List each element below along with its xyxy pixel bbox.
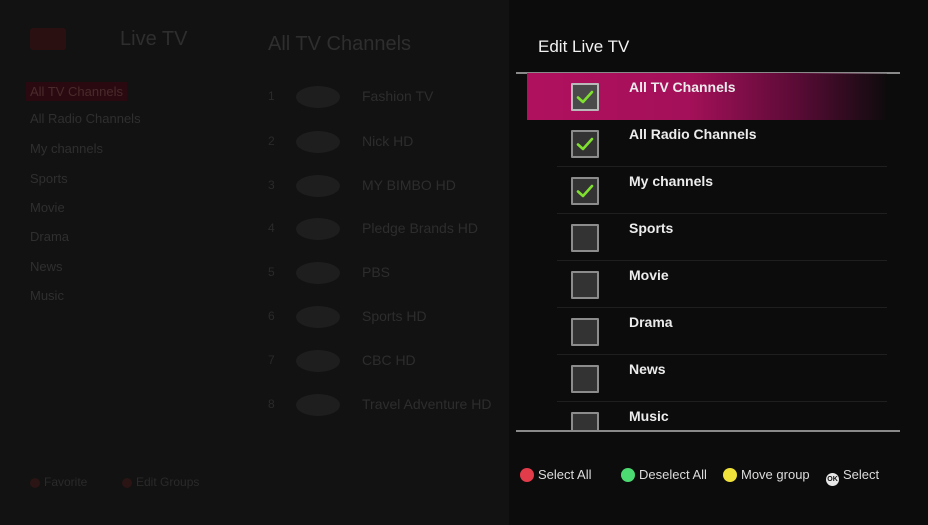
- channel-name: CBC HD: [362, 352, 416, 368]
- bg-channel-row: 1 Fashion TV: [268, 82, 508, 112]
- ok-button-icon: OK: [826, 473, 839, 486]
- bg-channel-row: 5 PBS: [268, 258, 508, 288]
- hint-label: Select All: [538, 467, 592, 482]
- bg-hint-edit-groups: Edit Groups: [122, 475, 199, 489]
- channel-name: Sports HD: [362, 308, 427, 324]
- channel-number: 5: [268, 265, 275, 279]
- bg-channel-row: 6 Sports HD: [268, 302, 508, 332]
- app-logo: [30, 28, 66, 50]
- channel-number: 8: [268, 397, 275, 411]
- hint-deselect-all[interactable]: Deselect All: [621, 467, 707, 482]
- check-icon: [576, 90, 594, 104]
- group-label: All Radio Channels: [629, 126, 757, 142]
- bg-channel-row: 8 Travel Adventure HD: [268, 390, 508, 420]
- channel-name: PBS: [362, 264, 391, 280]
- panel-title: Edit Live TV: [538, 37, 630, 56]
- group-item-sports[interactable]: Sports: [527, 214, 887, 261]
- group-item-all-tv-channels[interactable]: All TV Channels: [527, 73, 887, 120]
- dot-icon: [122, 477, 132, 488]
- channel-number: 2: [268, 134, 275, 148]
- bg-group-item: Drama: [30, 229, 70, 244]
- section-title: All TV Channels: [268, 33, 412, 55]
- group-item-drama[interactable]: Drama: [527, 308, 887, 355]
- bg-hint-label: Edit Groups: [136, 475, 200, 489]
- channel-name: Travel Adventure HD: [362, 396, 492, 412]
- bg-group-item: Music: [30, 288, 64, 303]
- yellow-button-icon: [723, 468, 737, 482]
- group-label: Sports: [629, 220, 674, 236]
- group-item-news[interactable]: News: [527, 355, 887, 402]
- red-button-icon: [520, 468, 534, 482]
- group-item-all-radio-channels[interactable]: All Radio Channels: [527, 120, 887, 167]
- channel-logo-icon: [296, 86, 340, 108]
- group-label: All TV Channels: [629, 79, 736, 95]
- check-icon: [576, 137, 594, 151]
- hint-label: Select: [843, 467, 880, 482]
- channel-logo-icon: [296, 306, 340, 328]
- channel-name: Fashion TV: [362, 88, 434, 104]
- hint-label: Move group: [741, 467, 810, 482]
- bg-group-item: Sports: [30, 171, 68, 186]
- bg-group-item: All Radio Channels: [30, 111, 141, 126]
- group-list[interactable]: All TV Channels All Radio Channels My ch…: [527, 73, 887, 430]
- channel-number: 1: [268, 89, 275, 103]
- check-icon: [576, 184, 594, 198]
- bg-hint-favorite: Favorite: [30, 475, 87, 489]
- checkbox[interactable]: [571, 318, 599, 346]
- bg-channel-row: 3 MY BIMBO HD: [268, 171, 508, 201]
- channel-number: 6: [268, 309, 275, 323]
- group-label: Music: [629, 408, 669, 424]
- channel-number: 7: [268, 353, 275, 367]
- group-item-music[interactable]: Music: [527, 402, 887, 430]
- checkbox[interactable]: [571, 271, 599, 299]
- group-item-my-channels[interactable]: My channels: [527, 167, 887, 214]
- channel-name: Pledge Brands HD: [362, 220, 478, 236]
- group-label: Drama: [629, 314, 673, 330]
- checkbox[interactable]: [571, 83, 599, 111]
- bg-channel-row: 7 CBC HD: [268, 346, 508, 376]
- checkbox[interactable]: [571, 177, 599, 205]
- bg-channel-row: 4 Pledge Brands HD: [268, 214, 508, 244]
- bg-group-item: My channels: [30, 141, 103, 156]
- group-label: News: [629, 361, 666, 377]
- bg-group-item: Movie: [30, 200, 65, 215]
- group-label: My channels: [629, 173, 714, 189]
- channel-logo-icon: [296, 394, 340, 416]
- bg-group-item: News: [30, 259, 63, 274]
- group-item-movie[interactable]: Movie: [527, 261, 887, 308]
- channel-number: 3: [268, 178, 275, 192]
- checkbox[interactable]: [571, 412, 599, 430]
- bottom-divider: [516, 430, 900, 432]
- channel-logo-icon: [296, 350, 340, 372]
- channel-logo-icon: [296, 131, 340, 153]
- hint-label: Deselect All: [639, 467, 707, 482]
- red-dot-icon: [30, 477, 40, 488]
- bg-group-item: All TV Channels: [26, 82, 127, 101]
- channel-name: Nick HD: [362, 133, 414, 149]
- green-button-icon: [621, 468, 635, 482]
- channel-name: MY BIMBO HD: [362, 177, 456, 193]
- app-title: Live TV: [120, 28, 188, 50]
- hint-select[interactable]: OK Select: [826, 467, 879, 486]
- bg-hint-label: Favorite: [44, 475, 88, 489]
- key-hints: Select All Deselect All Move group OK Sel…: [509, 467, 928, 487]
- channel-logo-icon: [296, 218, 340, 240]
- hint-move-group[interactable]: Move group: [723, 467, 810, 482]
- hint-select-all[interactable]: Select All: [520, 467, 591, 482]
- checkbox[interactable]: [571, 130, 599, 158]
- channel-number: 4: [268, 221, 275, 235]
- channel-logo-icon: [296, 175, 340, 197]
- group-label: Movie: [629, 267, 669, 283]
- bg-channel-row: 2 Nick HD: [268, 127, 508, 157]
- edit-panel: Edit Live TV All TV Channels All Radio C…: [509, 0, 928, 525]
- channel-logo-icon: [296, 262, 340, 284]
- checkbox[interactable]: [571, 224, 599, 252]
- checkbox[interactable]: [571, 365, 599, 393]
